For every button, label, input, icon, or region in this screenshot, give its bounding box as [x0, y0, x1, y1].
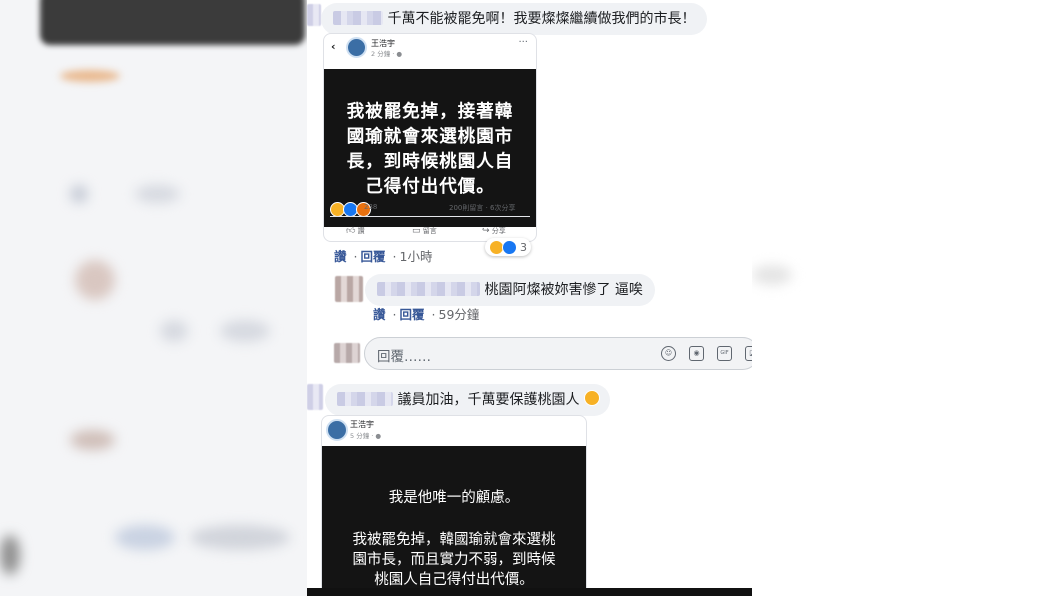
divider — [330, 216, 530, 217]
like-link[interactable]: 讚 — [373, 307, 386, 322]
current-user-avatar — [334, 343, 360, 363]
bottom-bar — [307, 588, 752, 596]
thumb-icon: 👍︎ — [346, 226, 356, 236]
reply-text: 桃園阿燦被妳害慘了 逼唉 — [484, 282, 643, 298]
globe-icon: ● — [396, 50, 403, 58]
post-author-name: 王浩宇 — [350, 420, 374, 429]
blurred-background-left — [0, 0, 307, 596]
commenter-avatar[interactable] — [307, 384, 323, 410]
emoji-icon[interactable]: ☺ — [661, 346, 676, 361]
sticker-icon[interactable]: ◪ — [745, 346, 752, 361]
blurred-background-right — [752, 0, 1060, 596]
image-text-paragraph: 我被罷免掉，韓國瑜就會來選桃 園市長，而且實力不弱，到時候 桃園人自己得付出代價… — [352, 532, 556, 588]
comment-thread: 千萬不能被罷免啊！我要燦燦繼續做我們的市長！ ‹ 王浩宇 2 分鐘 · ● ··… — [307, 0, 752, 596]
post-share-action: ↪ 分享 — [482, 226, 506, 236]
comment-bubble: 議員加油，千萬要保護桃園人 — [325, 384, 610, 416]
embedded-post-screenshot[interactable]: ‹ 王浩宇 2 分鐘 · ● ··· 我被罷免掉，接著韓 國瑜就會來選桃園市 長… — [323, 33, 537, 242]
share-icon: ↪ — [482, 226, 490, 236]
post-author-avatar — [326, 419, 348, 441]
reply-time[interactable]: 59分鐘 — [439, 307, 480, 322]
reply-link[interactable]: 回覆 — [361, 249, 386, 264]
comment-text: 議員加油，千萬要保護桃園人 — [397, 392, 580, 408]
post-author-avatar — [346, 37, 367, 58]
commenter-name[interactable] — [333, 11, 383, 25]
reply-bubble: 桃園阿燦被妳害慘了 逼唉 — [365, 274, 655, 306]
comment-bubble: 千萬不能被罷免啊！我要燦燦繼續做我們的市長！ — [321, 3, 708, 35]
reply-meta: 讚 · 回覆 · 59分鐘 — [373, 307, 480, 322]
post-comment-action: ▭ 留言 — [412, 226, 437, 236]
post-image-text: 我是他唯一的顧慮。 我被罷免掉，韓國瑜就會來選桃 園市長，而且實力不弱，到時候 … — [322, 446, 586, 596]
replier-avatar[interactable] — [335, 276, 363, 302]
gif-icon[interactable]: GIF — [717, 346, 732, 361]
comment-meta: 讚 · 回覆 · 1小時 — [334, 249, 433, 264]
like-reaction-icon — [502, 239, 517, 255]
back-arrow-icon: ‹ — [331, 40, 336, 53]
commenter-avatar[interactable] — [307, 4, 321, 26]
post-like-action: 👍︎ 讚 — [346, 226, 365, 236]
reply-input-placeholder: 回覆…… — [377, 349, 431, 365]
laughing-emoji-icon — [583, 390, 600, 406]
comment-text: 千萬不能被罷免啊！我要燦燦繼續做我們的市長！ — [387, 11, 696, 27]
reaction-summary[interactable]: 3 — [485, 238, 531, 256]
post-time: 2 分鐘 · ● — [371, 50, 403, 58]
like-link[interactable]: 讚 — [334, 249, 347, 264]
reply-link[interactable]: 回覆 — [400, 307, 425, 322]
embedded-post-screenshot[interactable]: 王浩宇 5 分鐘 · ● 我是他唯一的顧慮。 我被罷免掉，韓國瑜就會來選桃 園市… — [321, 415, 587, 596]
more-options-icon: ··· — [518, 37, 528, 48]
reply-input[interactable]: 回覆…… ☺ ◉ GIF ◪ — [364, 337, 752, 370]
post-reaction-count: 238 — [364, 203, 378, 211]
post-stats: 200則留言 · 6次分享 — [449, 204, 516, 212]
replier-name[interactable] — [377, 282, 480, 296]
comment-time[interactable]: 1小時 — [400, 249, 433, 264]
comment-icon: ▭ — [412, 226, 421, 236]
camera-icon[interactable]: ◉ — [689, 346, 704, 361]
post-time: 5 分鐘 · ● — [350, 432, 382, 440]
globe-icon: ● — [375, 432, 382, 440]
commenter-name[interactable] — [337, 392, 393, 406]
image-text-line1: 我是他唯一的顧慮。 — [388, 490, 520, 506]
